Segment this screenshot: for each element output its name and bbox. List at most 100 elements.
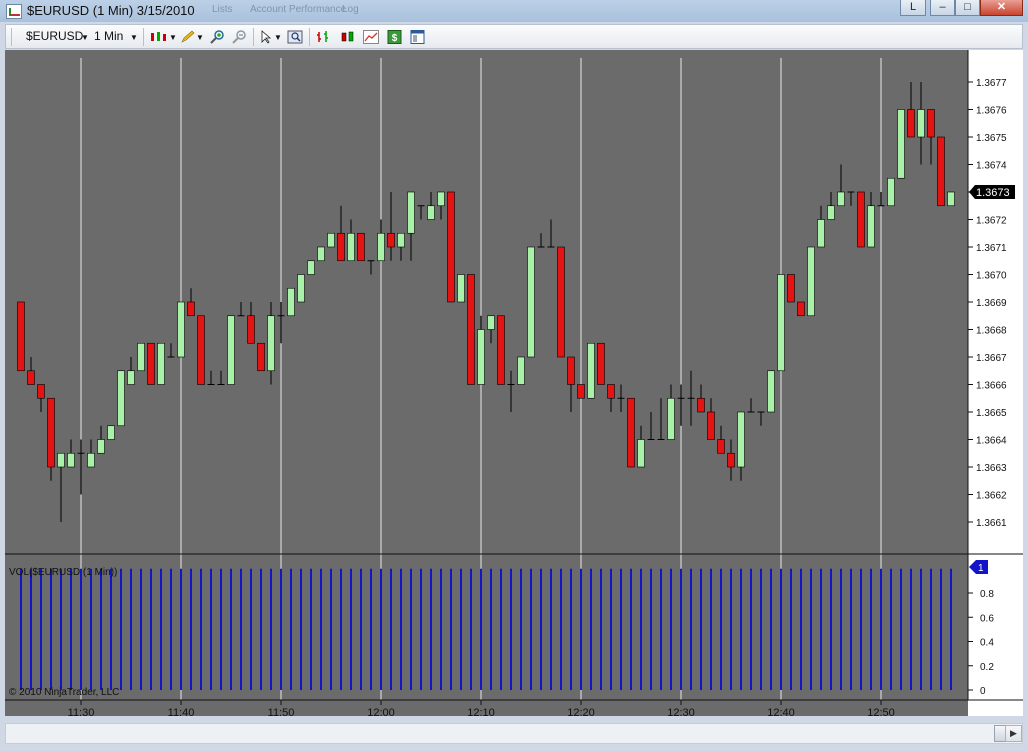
zoom-out-icon[interactable] <box>231 30 247 44</box>
candle-up <box>87 452 95 468</box>
candle-up <box>897 109 905 179</box>
price-tick-label: 1.3661 <box>976 518 1007 529</box>
candle-up <box>377 232 385 262</box>
candle-up <box>307 260 315 275</box>
style-dropdown-icon[interactable]: ▼ <box>169 33 177 42</box>
candle-down <box>857 191 865 248</box>
candle-up <box>157 342 165 385</box>
instrument-selector[interactable]: $EURUSD <box>26 29 83 43</box>
cursor-dropdown-icon[interactable]: ▼ <box>274 33 282 42</box>
magnify-icon[interactable] <box>287 30 303 44</box>
properties-icon[interactable] <box>410 30 426 44</box>
minimize-button[interactable]: – <box>930 0 955 16</box>
svg-text:$: $ <box>392 33 398 44</box>
line-chart-icon[interactable] <box>363 30 379 44</box>
candle-down <box>447 191 455 303</box>
scroll-right-button[interactable]: ▶ <box>1005 725 1022 742</box>
instrument-dropdown-icon[interactable]: ▼ <box>81 33 89 42</box>
candle-up <box>477 329 485 385</box>
candle-up <box>587 342 595 399</box>
volume-tick-label: 0 <box>980 686 986 697</box>
price-tick-label: 1.3664 <box>976 436 1007 447</box>
candle-up <box>397 232 405 248</box>
candle-down <box>697 397 705 413</box>
price-tick-label: 1.3669 <box>976 298 1007 309</box>
dollar-icon[interactable]: $ <box>387 30 403 44</box>
candle-down <box>247 315 255 344</box>
candles-icon[interactable] <box>340 30 356 44</box>
candle-up <box>487 315 495 330</box>
zoom-in-icon[interactable] <box>209 30 225 44</box>
candle-up <box>437 191 445 207</box>
candle-up <box>837 191 845 207</box>
volume-indicator-label: VOL($EURUSD (1 Min)) <box>9 567 117 578</box>
candle-up <box>427 205 435 220</box>
candle-down <box>357 232 365 262</box>
current-price-label: 1.3673 <box>976 187 1010 199</box>
time-tick-label: 11:50 <box>268 707 295 716</box>
candle-up <box>767 370 775 413</box>
price-tick-label: 1.3665 <box>976 408 1007 419</box>
chart-toolbar: $EURUSD ▼ 1 Min ▼ ▼ ▼ ▼ $ <box>5 24 1023 49</box>
candle-down <box>597 342 605 385</box>
candle-up <box>867 205 875 248</box>
candle-down <box>567 356 575 385</box>
candle-up <box>667 397 675 440</box>
candle-up <box>807 246 815 317</box>
window-titlebar: $EURUSD (1 Min) 3/15/2010 Lists Account … <box>0 0 1028 22</box>
candle-up <box>817 219 825 248</box>
candle-up <box>947 191 955 207</box>
candle-down <box>787 274 795 303</box>
candle-up <box>737 411 745 468</box>
horizontal-scrollbar[interactable]: ▶ <box>5 723 1023 744</box>
time-tick-label: 12:40 <box>767 707 795 716</box>
candle-up <box>457 274 465 303</box>
candle-up <box>57 452 65 468</box>
candle-up <box>327 232 335 248</box>
candle-down <box>17 301 25 372</box>
price-tick-label: 1.3667 <box>976 353 1007 364</box>
candle-down <box>387 232 395 248</box>
toolbar-separator <box>143 28 144 46</box>
candle-up <box>137 342 145 372</box>
candle-down <box>607 384 615 399</box>
pencil-draw-icon[interactable] <box>180 30 196 44</box>
draw-dropdown-icon[interactable]: ▼ <box>196 33 204 42</box>
interval-dropdown-icon[interactable]: ▼ <box>130 33 138 42</box>
candle-up <box>347 232 355 262</box>
bar-chart-icon[interactable] <box>316 30 332 44</box>
time-tick-label: 12:10 <box>467 707 495 716</box>
chart-app-icon <box>6 4 22 19</box>
maximize-button[interactable]: □ <box>955 0 980 16</box>
candle-down <box>577 384 585 399</box>
candle-up <box>297 274 305 303</box>
time-tick-label: 12:30 <box>667 707 695 716</box>
candle-down <box>337 232 345 262</box>
candle-up <box>317 246 325 262</box>
candle-down <box>717 439 725 454</box>
candle-down <box>557 246 565 358</box>
price-tick-label: 1.3668 <box>976 326 1007 337</box>
candlestick-style-icon[interactable] <box>149 30 169 44</box>
candle-up <box>127 370 135 385</box>
toolbar-grip <box>11 28 12 46</box>
volume-tick-label: 0.6 <box>980 613 994 624</box>
price-tick-label: 1.3674 <box>976 161 1007 172</box>
price-volume-chart[interactable]: 1.3661 1.3662 1.3663 1.3664 1.3665 1.3666 1.36… <box>5 50 1023 716</box>
volume-tick-label: 0.2 <box>980 662 994 673</box>
candle-down <box>927 109 935 138</box>
candle-up <box>177 301 185 358</box>
candle-down <box>257 342 265 372</box>
candle-up <box>267 315 275 372</box>
link-button[interactable]: L <box>900 0 926 16</box>
cursor-pointer-icon[interactable] <box>259 30 275 44</box>
price-tick-label: 1.3666 <box>976 381 1007 392</box>
price-tick-label: 1.3663 <box>976 463 1007 474</box>
volume-axis-labels: 0 0.2 0.4 0.6 0.8 <box>968 589 994 697</box>
interval-selector[interactable]: 1 Min <box>94 29 123 43</box>
candle-up <box>67 452 75 468</box>
close-button[interactable]: ✕ <box>980 0 1023 16</box>
candle-down <box>797 301 805 317</box>
window-title: $EURUSD (1 Min) 3/15/2010 <box>27 3 195 18</box>
candle-up <box>107 425 115 440</box>
